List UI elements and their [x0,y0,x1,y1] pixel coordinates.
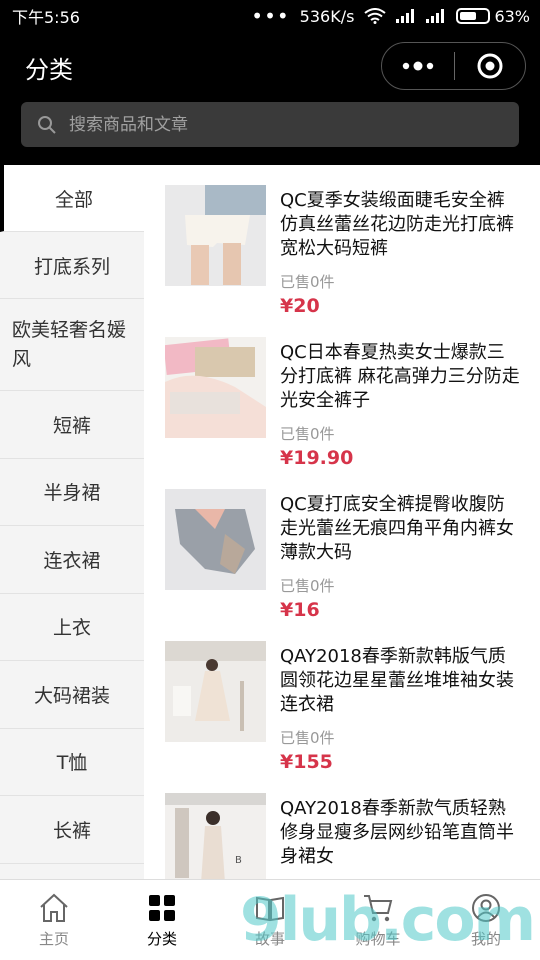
product-sold: 已售0件 [280,273,335,291]
product-name: QC日本春夏热卖女士爆款三分打底裤 麻花高弹力三分防走光安全裤子 [280,342,520,411]
mini-program-capsule [381,42,526,90]
close-button[interactable] [455,43,525,89]
product-sold: 已售0件 [280,577,335,595]
sidebar-item-label: 欧美轻奢名媛风 [12,319,127,370]
network-speed: 536K/s [299,6,355,26]
search-icon [38,115,56,134]
sidebar-item-label: 大码裙装 [33,684,110,707]
tab-label: 购物车 [355,930,401,948]
product-image: B [165,793,266,879]
sidebar-item-base[interactable]: 打底系列 [0,232,144,299]
battery-percent: 63% [494,6,530,26]
product-image [165,337,266,438]
tab-label: 主页 [38,930,69,948]
product-sold: 已售0件 [280,729,335,747]
page-title: 分类 [25,56,73,84]
tab-bar: 主页 分类 故事 购物车 我的 [0,879,540,960]
more-button[interactable] [382,43,454,89]
more-dots-icon: ••• [251,4,290,28]
tab-cart[interactable]: 购物车 [324,880,432,960]
product-price: ¥20 [280,295,320,317]
product-image [165,489,266,590]
product-name: QAY2018春季新款气质轻熟修身显瘦多层网纱铅笔直筒半身裙女 [280,798,514,867]
svg-text:B: B [235,855,242,866]
product-card[interactable]: QC夏季女装缎面睫毛安全裤仿真丝蕾丝花边防走光打底裤宽松大码短裤 已售0件 ¥2… [144,165,540,317]
sidebar-item-skirt[interactable]: 半身裙 [0,459,144,526]
status-icons: ••• 536K/s 63% [251,4,530,28]
tab-label: 我的 [470,930,501,948]
product-card[interactable]: QAY2018春季新款韩版气质圆领花边星星蕾丝堆堆袖女装连衣裙 已售0件 ¥15… [144,621,540,773]
sidebar-item-euro[interactable]: 欧美轻奢名媛风 [0,299,144,391]
product-price: ¥19.90 [280,447,354,469]
battery: 63% [456,7,530,26]
sidebar-item-plus-dress[interactable]: 大码裙装 [0,661,144,729]
sidebar-item-dress[interactable]: 连衣裙 [0,526,144,594]
product-list: QC夏季女装缎面睫毛安全裤仿真丝蕾丝花边防走光打底裤宽松大码短裤 已售0件 ¥2… [144,165,540,879]
home-icon [40,893,68,922]
product-name: QAY2018春季新款韩版气质圆领花边星星蕾丝堆堆袖女装连衣裙 [280,646,514,715]
product-sold: 已售0件 [280,425,335,443]
sidebar-item-label: 长裤 [52,819,91,842]
product-card[interactable]: B QAY2018春季新款气质轻熟修身显瘦多层网纱铅笔直筒半身裙女 [144,773,540,879]
signal-icon [396,9,415,23]
cart-icon [364,895,393,922]
product-card[interactable]: QC夏打底安全裤提臀收腹防走光蕾丝无痕四角平角内裤女薄款大码 已售0件 ¥16 [144,469,540,621]
sidebar-item-pants[interactable]: 长裤 [0,796,144,864]
tab-me[interactable]: 我的 [432,880,540,960]
tab-category[interactable]: 分类 [108,880,216,960]
header: 分类 [0,32,540,165]
user-icon [472,894,500,922]
sidebar-item-label: 连衣裙 [43,549,101,572]
product-price: ¥155 [280,751,333,773]
grid-icon [149,895,175,921]
book-icon [256,896,284,922]
product-card[interactable]: QC日本春夏热卖女士爆款三分打底裤 麻花高弹力三分防走光安全裤子 已售0件 ¥1… [144,317,540,469]
signal-icon-2 [426,9,445,23]
sidebar-item-top[interactable]: 上衣 [0,594,144,661]
category-sidebar: 全部 打底系列 欧美轻奢名媛风 短裤 半身裙 连衣裙 上衣 大码裙装 T恤 长裤 [0,165,144,879]
status-bar: 下午5:56 ••• 536K/s 63% [0,0,540,32]
sidebar-item-all[interactable]: 全部 [0,165,144,232]
tab-label: 分类 [146,930,177,948]
sidebar-item-label: 全部 [54,188,93,211]
sidebar-item-label: 短裤 [52,414,91,437]
more-icon [402,61,434,71]
search-bar[interactable] [21,102,519,147]
product-image [165,185,266,286]
search-input[interactable] [69,114,469,135]
battery-icon [456,8,491,24]
product-name: QC夏打底安全裤提臀收腹防走光蕾丝无痕四角平角内裤女薄款大码 [280,494,514,563]
sidebar-item-label: T恤 [56,752,88,775]
sidebar-item-label: 半身裙 [43,482,101,505]
sidebar-item-tshirt[interactable]: T恤 [0,729,144,796]
sidebar-item-shorts[interactable]: 短裤 [0,391,144,459]
sidebar-item-label: 上衣 [52,617,91,640]
status-time: 下午5:56 [12,8,80,27]
tab-label: 故事 [254,930,285,948]
product-image [165,641,266,742]
close-icon [477,53,503,79]
product-name: QC夏季女装缎面睫毛安全裤仿真丝蕾丝花边防走光打底裤宽松大码短裤 [280,190,514,259]
sidebar-item-label: 打底系列 [33,255,110,278]
product-price: ¥16 [280,599,320,621]
tab-home[interactable]: 主页 [0,880,108,960]
wifi-icon [364,8,387,24]
tab-story[interactable]: 故事 [216,880,324,960]
